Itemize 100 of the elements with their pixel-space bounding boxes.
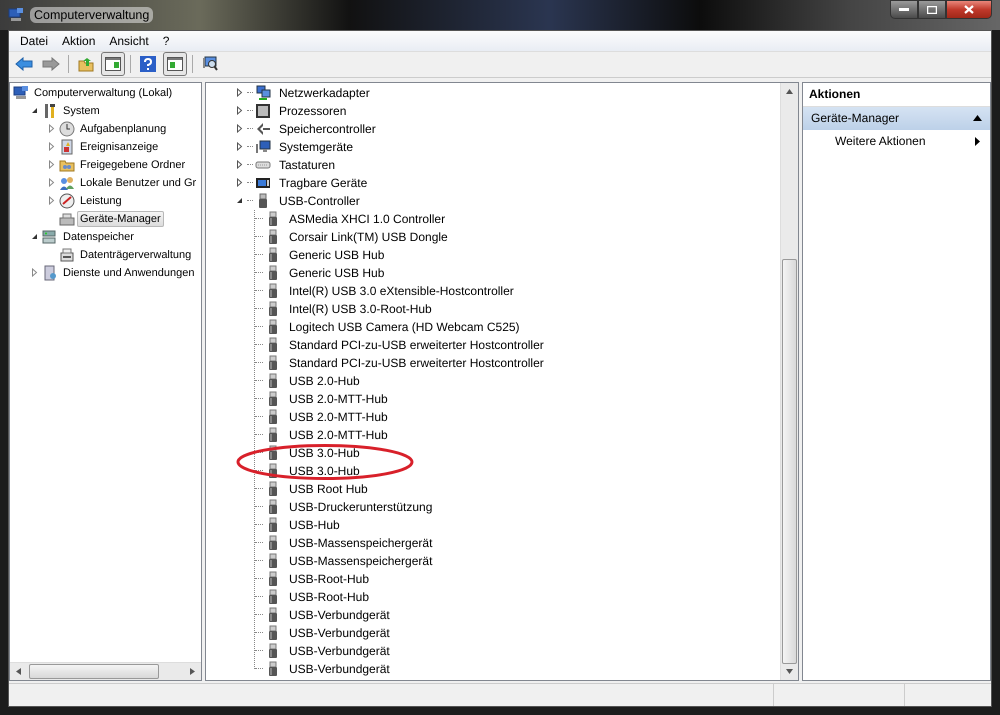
tools-icon <box>42 102 58 119</box>
device-category[interactable]: Systemgeräte <box>275 138 358 156</box>
expand-arrow-icon[interactable] <box>47 124 56 134</box>
scroll-up-icon <box>786 88 793 94</box>
device-item[interactable]: Generic USB Hub <box>285 264 388 282</box>
tree-item[interactable]: Datenträgerverwaltung <box>77 246 194 263</box>
device-item[interactable]: USB 2.0-MTT-Hub <box>285 408 392 426</box>
actions-section-header[interactable]: Geräte-Manager <box>803 106 990 130</box>
monitor-magnifier-icon <box>202 56 218 72</box>
scroll-down-icon <box>786 669 793 674</box>
expand-arrow-icon[interactable] <box>235 178 244 188</box>
tree-item[interactable]: Ereignisanzeige <box>77 138 162 155</box>
device-item[interactable]: Logitech USB Camera (HD Webcam C525) <box>285 318 524 336</box>
device-category[interactable]: Tastaturen <box>275 156 340 174</box>
computer-icon <box>13 84 29 101</box>
tree-item[interactable]: System <box>60 102 103 119</box>
menu-item[interactable]: Aktion <box>55 32 102 50</box>
forward-arrow-icon <box>42 57 60 72</box>
device-category[interactable]: USB-Controller <box>275 192 364 210</box>
device-item[interactable]: USB-Druckerunterstützung <box>285 498 436 516</box>
expand-arrow-icon[interactable] <box>235 88 244 98</box>
tree-item[interactable]: Aufgabenplanung <box>77 120 170 137</box>
device-item[interactable]: USB-Root-Hub <box>285 588 374 606</box>
section-title: Geräte-Manager <box>811 111 900 126</box>
device-category[interactable]: Prozessoren <box>275 102 350 120</box>
help-icon <box>140 56 156 72</box>
device-icon <box>59 210 75 227</box>
device-item[interactable]: USB 3.0-Hub <box>285 444 364 462</box>
collapse-arrow-icon[interactable] <box>30 232 39 242</box>
horizontal-scrollbar[interactable] <box>10 662 201 680</box>
expand-arrow-icon[interactable] <box>235 124 244 134</box>
submenu-arrow-icon <box>975 136 980 146</box>
tree-item[interactable]: Geräte-Manager <box>77 210 164 227</box>
expand-arrow-icon[interactable] <box>47 196 56 206</box>
expand-arrow-icon[interactable] <box>235 106 244 116</box>
expand-arrow-icon[interactable] <box>47 142 56 152</box>
tree-item[interactable]: Lokale Benutzer und Gr <box>77 174 200 191</box>
collapse-arrow-icon[interactable] <box>973 115 982 122</box>
menu-item[interactable]: ? <box>156 32 176 50</box>
toggle-tree-button[interactable] <box>101 52 125 76</box>
close-icon <box>964 5 974 14</box>
device-item[interactable]: USB 2.0-MTT-Hub <box>285 426 392 444</box>
device-item[interactable]: USB-Hub <box>285 516 344 534</box>
device-item[interactable]: ASMedia XHCI 1.0 Controller <box>285 210 450 228</box>
device-item[interactable]: USB-Verbundgerät <box>285 660 394 678</box>
minimize-button[interactable] <box>890 0 918 19</box>
expand-arrow-icon[interactable] <box>47 160 56 170</box>
server-icon <box>42 264 58 281</box>
window-pane-icon <box>105 57 121 72</box>
disk-icon <box>59 246 75 263</box>
device-item[interactable]: USB 2.0-MTT-Hub <box>285 390 392 408</box>
connector-icon <box>255 120 271 137</box>
log-icon <box>59 138 75 155</box>
toggle-actions-button[interactable] <box>163 52 187 76</box>
device-category[interactable]: Netzwerkadapter <box>275 84 374 102</box>
window-pane-icon <box>167 57 183 72</box>
tree-item[interactable]: Computerverwaltung (Lokal) <box>31 84 176 101</box>
device-category[interactable]: Tragbare Geräte <box>275 174 372 192</box>
device-item[interactable]: Generic USB Hub <box>285 246 388 264</box>
device-item[interactable]: Standard PCI-zu-USB erweiterter Hostcontroller <box>285 354 548 372</box>
device-category[interactable]: Speichercontroller <box>275 120 380 138</box>
device-item[interactable]: USB-Verbundgerät <box>285 642 394 660</box>
close-button[interactable] <box>946 0 992 19</box>
device-item[interactable]: USB-Root-Hub <box>285 570 374 588</box>
collapse-arrow-icon[interactable] <box>30 106 39 116</box>
chip-icon <box>255 102 271 119</box>
device-item[interactable]: USB Root Hub <box>285 480 372 498</box>
monitor-icon <box>255 138 271 155</box>
expand-arrow-icon[interactable] <box>235 160 244 170</box>
menu-item[interactable]: Ansicht <box>102 32 156 50</box>
vertical-scrollbar[interactable] <box>780 82 798 680</box>
device-item[interactable]: Standard PCI-zu-USB erweiterter Hostcontroller <box>285 336 548 354</box>
computer-icon <box>8 7 24 23</box>
expand-arrow-icon[interactable] <box>47 178 56 188</box>
expand-arrow-icon[interactable] <box>235 142 244 152</box>
maximize-icon <box>927 6 937 14</box>
back-arrow-icon <box>15 57 33 72</box>
tree-item[interactable]: Leistung <box>77 192 125 209</box>
collapse-arrow-icon[interactable] <box>235 196 244 206</box>
tree-item[interactable]: Datenspeicher <box>60 228 137 245</box>
device-item[interactable]: USB-Massenspeichergerät <box>285 552 436 570</box>
device-item[interactable]: Intel(R) USB 3.0 eXtensible-Hostcontroller <box>285 282 518 300</box>
minimize-icon <box>899 8 909 12</box>
scroll-right-icon <box>190 668 195 676</box>
tree-item[interactable]: Freigegebene Ordner <box>77 156 188 173</box>
tree-item[interactable]: Dienste und Anwendungen <box>60 264 198 281</box>
device-item[interactable]: USB 2.0-Hub <box>285 372 364 390</box>
scroll-left-icon <box>16 668 21 676</box>
device-item[interactable]: USB-Verbundgerät <box>285 606 394 624</box>
expand-arrow-icon[interactable] <box>30 268 39 278</box>
device-item[interactable]: Corsair Link(TM) USB Dongle <box>285 228 452 246</box>
device-item[interactable]: Intel(R) USB 3.0-Root-Hub <box>285 300 436 318</box>
device-item[interactable]: USB-Verbundgerät <box>285 624 394 642</box>
action-item[interactable]: Weitere Aktionen <box>803 130 990 153</box>
window-title: Computerverwaltung <box>30 7 154 23</box>
maximize-button[interactable] <box>918 0 946 19</box>
device-item[interactable]: USB 3.0-Hub <box>285 462 364 480</box>
menu-item[interactable]: Datei <box>13 32 56 50</box>
folder-up-icon <box>78 56 94 72</box>
device-item[interactable]: USB-Massenspeichergerät <box>285 534 436 552</box>
